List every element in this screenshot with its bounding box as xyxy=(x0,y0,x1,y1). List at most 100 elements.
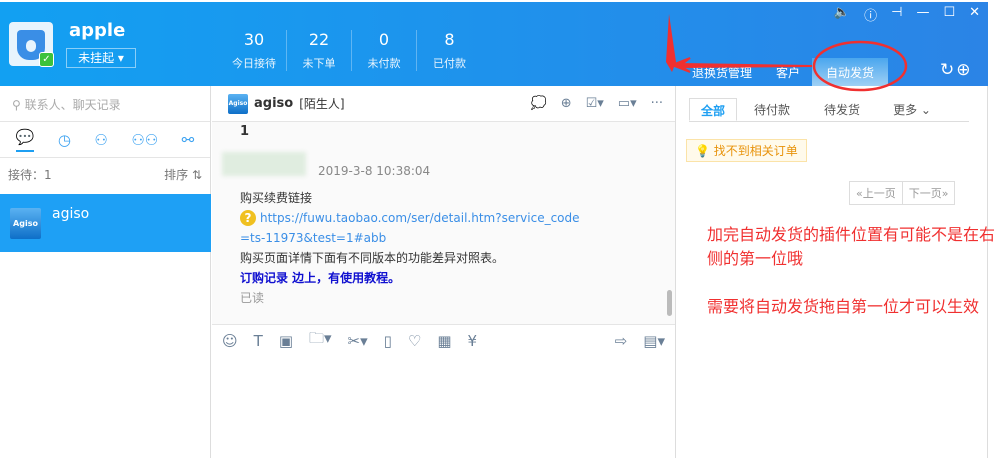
tab-auto-ship[interactable]: 自动发货 xyxy=(812,58,889,86)
annotation-note: 加完自动发货的插件位置有可能不是在右侧的第一位哦 需要将自动发货拖自第一位才可以… xyxy=(707,223,997,319)
tab-all[interactable]: 全部 xyxy=(689,98,737,121)
order-panel: 全部 待付款 待发货 更多 ⌄ 💡 找不到相关订单 «上一页 下一页» 加完自动发… xyxy=(677,86,995,458)
pager: «上一页 下一页» xyxy=(849,181,956,205)
coupon-icon[interactable]: ¥ xyxy=(468,332,478,350)
chat-name: agiso xyxy=(254,96,294,111)
avatar[interactable]: ✓ xyxy=(9,22,54,67)
chat-bubble-icon[interactable]: 💬 xyxy=(15,128,35,152)
prev-page-button[interactable]: «上一页 xyxy=(850,182,902,204)
tip-text: 找不到相关订单 xyxy=(713,144,798,158)
window-controls: 🔈 ⓘ ⊣ — ☐ ✕ xyxy=(834,5,980,24)
add-contact-icon[interactable]: ⊕ xyxy=(561,96,572,111)
message-text: 1 xyxy=(240,124,250,139)
message-time: 2019-3-8 10:38:04 xyxy=(318,164,431,178)
shake-icon[interactable]: ▯ xyxy=(384,332,392,350)
help-icon[interactable]: ⓘ xyxy=(864,5,877,24)
plugin-actions: ↻ ⊕ xyxy=(940,60,971,80)
queue-count: 接待：1 xyxy=(8,168,52,182)
contact-tabs: 💬 ◷ ⚇ ⚇⚇ ⚯ xyxy=(0,122,210,158)
stat-unpaid[interactable]: 0 未付款 xyxy=(352,30,417,71)
tab-returns[interactable]: 退换货管理 xyxy=(680,58,764,86)
stat-label: 已付款 xyxy=(433,57,466,70)
chat-panel: Agiso agiso [陌生人] 💭 ⊕ ☑▾ ▭▾ ··· 1 2019-3-8 10… xyxy=(212,86,676,458)
history-icon[interactable]: ▤▾ xyxy=(643,332,665,350)
search-icon: ⚲ xyxy=(12,98,25,112)
contact-name: agiso xyxy=(52,206,90,222)
clock-icon[interactable]: ◷ xyxy=(58,131,71,149)
app-window: ✓ apple 未挂起 ▾ 30 今日接待 22 未下单 0 未付款 8 已付款 🔈 ⓘ ⊣… xyxy=(0,2,995,458)
scrollbar[interactable] xyxy=(667,290,672,316)
pin-icon[interactable]: ⊣ xyxy=(891,5,902,24)
search-placeholder: 联系人、聊天记录 xyxy=(24,98,121,112)
chat-header: Agiso agiso [陌生人] 💭 ⊕ ☑▾ ▭▾ ··· xyxy=(212,86,675,122)
plugin-tabs: 退换货管理 客户 自动发货 xyxy=(680,58,889,86)
video-icon[interactable]: ▭▾ xyxy=(618,96,637,111)
blurred-sender xyxy=(222,152,306,176)
refresh-icon[interactable]: ↻ xyxy=(940,60,954,80)
stat-value: 0 xyxy=(378,30,390,49)
font-icon[interactable]: T xyxy=(254,332,263,350)
emoji-icon[interactable]: ☺ xyxy=(222,332,238,350)
agiso-logo-icon: Agiso xyxy=(10,208,41,239)
stats: 30 今日接待 22 未下单 0 未付款 8 已付款 xyxy=(222,30,482,71)
quick-reply-icon[interactable]: ⇨ xyxy=(615,332,628,350)
tab-customer[interactable]: 客户 xyxy=(764,58,812,86)
org-icon[interactable]: ⚯ xyxy=(182,131,195,149)
annotation-line: 需要将自动发货拖自第一位才可以生效 xyxy=(707,297,980,316)
header: ✓ apple 未挂起 ▾ 30 今日接待 22 未下单 0 未付款 8 已付款 🔈 ⓘ ⊣… xyxy=(0,2,988,86)
contact-panel: ⚲ 联系人、聊天记录 💬 ◷ ⚇ ⚇⚇ ⚯ 接待：1 排序 ⇅ Agiso agiso xyxy=(0,86,211,458)
order-tabs: 全部 待付款 待发货 更多 ⌄ xyxy=(689,98,969,122)
message-line-bold: 订购记录 边上，有使用教程。 xyxy=(240,271,401,285)
transfer-icon[interactable]: 💭 xyxy=(531,96,547,111)
stat-label: 未下单 xyxy=(302,57,336,70)
no-order-tip: 💡 找不到相关订单 xyxy=(686,139,807,162)
maximize-button[interactable]: ☐ xyxy=(943,5,955,24)
image-icon[interactable]: ▣ xyxy=(279,332,293,350)
stat-paid[interactable]: 8 已付款 xyxy=(417,30,482,71)
search-input[interactable]: ⚲ 联系人、聊天记录 xyxy=(0,86,210,122)
person-icon[interactable]: ⚇ xyxy=(94,131,107,149)
calculator-icon[interactable]: ▦ xyxy=(437,332,451,350)
group-icon[interactable]: ⚇⚇ xyxy=(131,131,158,149)
message-line: 购买续费链接 xyxy=(240,191,313,205)
stat-today[interactable]: 30 今日接待 xyxy=(222,30,287,71)
user-name: apple xyxy=(69,20,126,41)
more-icon[interactable]: ··· xyxy=(651,96,663,111)
annotation-line: 加完自动发货的插件位置有可能不是在右侧的第一位哦 xyxy=(707,225,996,268)
status-label: 未挂起 xyxy=(78,51,115,65)
add-plugin-icon[interactable]: ⊕ xyxy=(956,60,970,80)
chat-tools: 💭 ⊕ ☑▾ ▭▾ ··· xyxy=(531,96,664,111)
online-check-icon: ✓ xyxy=(39,52,54,67)
question-icon: ? xyxy=(240,210,256,226)
agiso-logo-icon: Agiso xyxy=(228,93,248,114)
close-button[interactable]: ✕ xyxy=(969,5,980,24)
next-page-button[interactable]: 下一页» xyxy=(901,182,955,204)
message-line: 购买页面详情下面有不同版本的功能差异对照表。 xyxy=(240,251,505,265)
stat-value: 30 xyxy=(243,30,265,49)
stat-label: 未付款 xyxy=(367,57,401,70)
message-link[interactable]: https://fuwu.taobao.com/ser/detail.htm?s… xyxy=(260,211,580,225)
chat-tag: [陌生人] xyxy=(299,97,345,111)
read-status: 已读 xyxy=(240,291,265,305)
scissors-icon[interactable]: ✂▾ xyxy=(348,332,368,350)
task-icon[interactable]: ☑▾ xyxy=(586,96,604,111)
sort-button[interactable]: 排序 ⇅ xyxy=(164,166,202,183)
tab-to-ship[interactable]: 待发货 xyxy=(807,98,877,121)
message-link-cont[interactable]: =ts-11973&test=1#abb xyxy=(240,228,580,248)
minimize-button[interactable]: — xyxy=(916,5,929,24)
message-body: 购买续费链接 ? https://fuwu.taobao.com/ser/deta… xyxy=(240,188,580,308)
heart-icon[interactable]: ♡ xyxy=(408,332,421,350)
message-list: 1 2019-3-8 10:38:04 购买续费链接 ? https://fuwu… xyxy=(212,122,675,324)
folder-icon[interactable]: 🗀▾ xyxy=(309,328,332,353)
contact-item[interactable]: Agiso agiso xyxy=(0,194,211,252)
bulb-icon: 💡 xyxy=(695,144,710,158)
editor-toolbar: ☺ T ▣ 🗀▾ ✂▾ ▯ ♡ ▦ ¥ ⇨ ▤▾ xyxy=(212,324,675,356)
stat-value: 22 xyxy=(308,30,330,49)
speaker-icon[interactable]: 🔈 xyxy=(834,5,850,24)
status-dropdown[interactable]: 未挂起 ▾ xyxy=(66,48,136,68)
stat-label: 今日接待 xyxy=(232,57,276,70)
tab-unpaid[interactable]: 待付款 xyxy=(737,98,807,121)
queue-row: 接待：1 排序 ⇅ xyxy=(0,158,210,191)
stat-unordered[interactable]: 22 未下单 xyxy=(287,30,352,71)
tab-more[interactable]: 更多 ⌄ xyxy=(877,98,947,121)
